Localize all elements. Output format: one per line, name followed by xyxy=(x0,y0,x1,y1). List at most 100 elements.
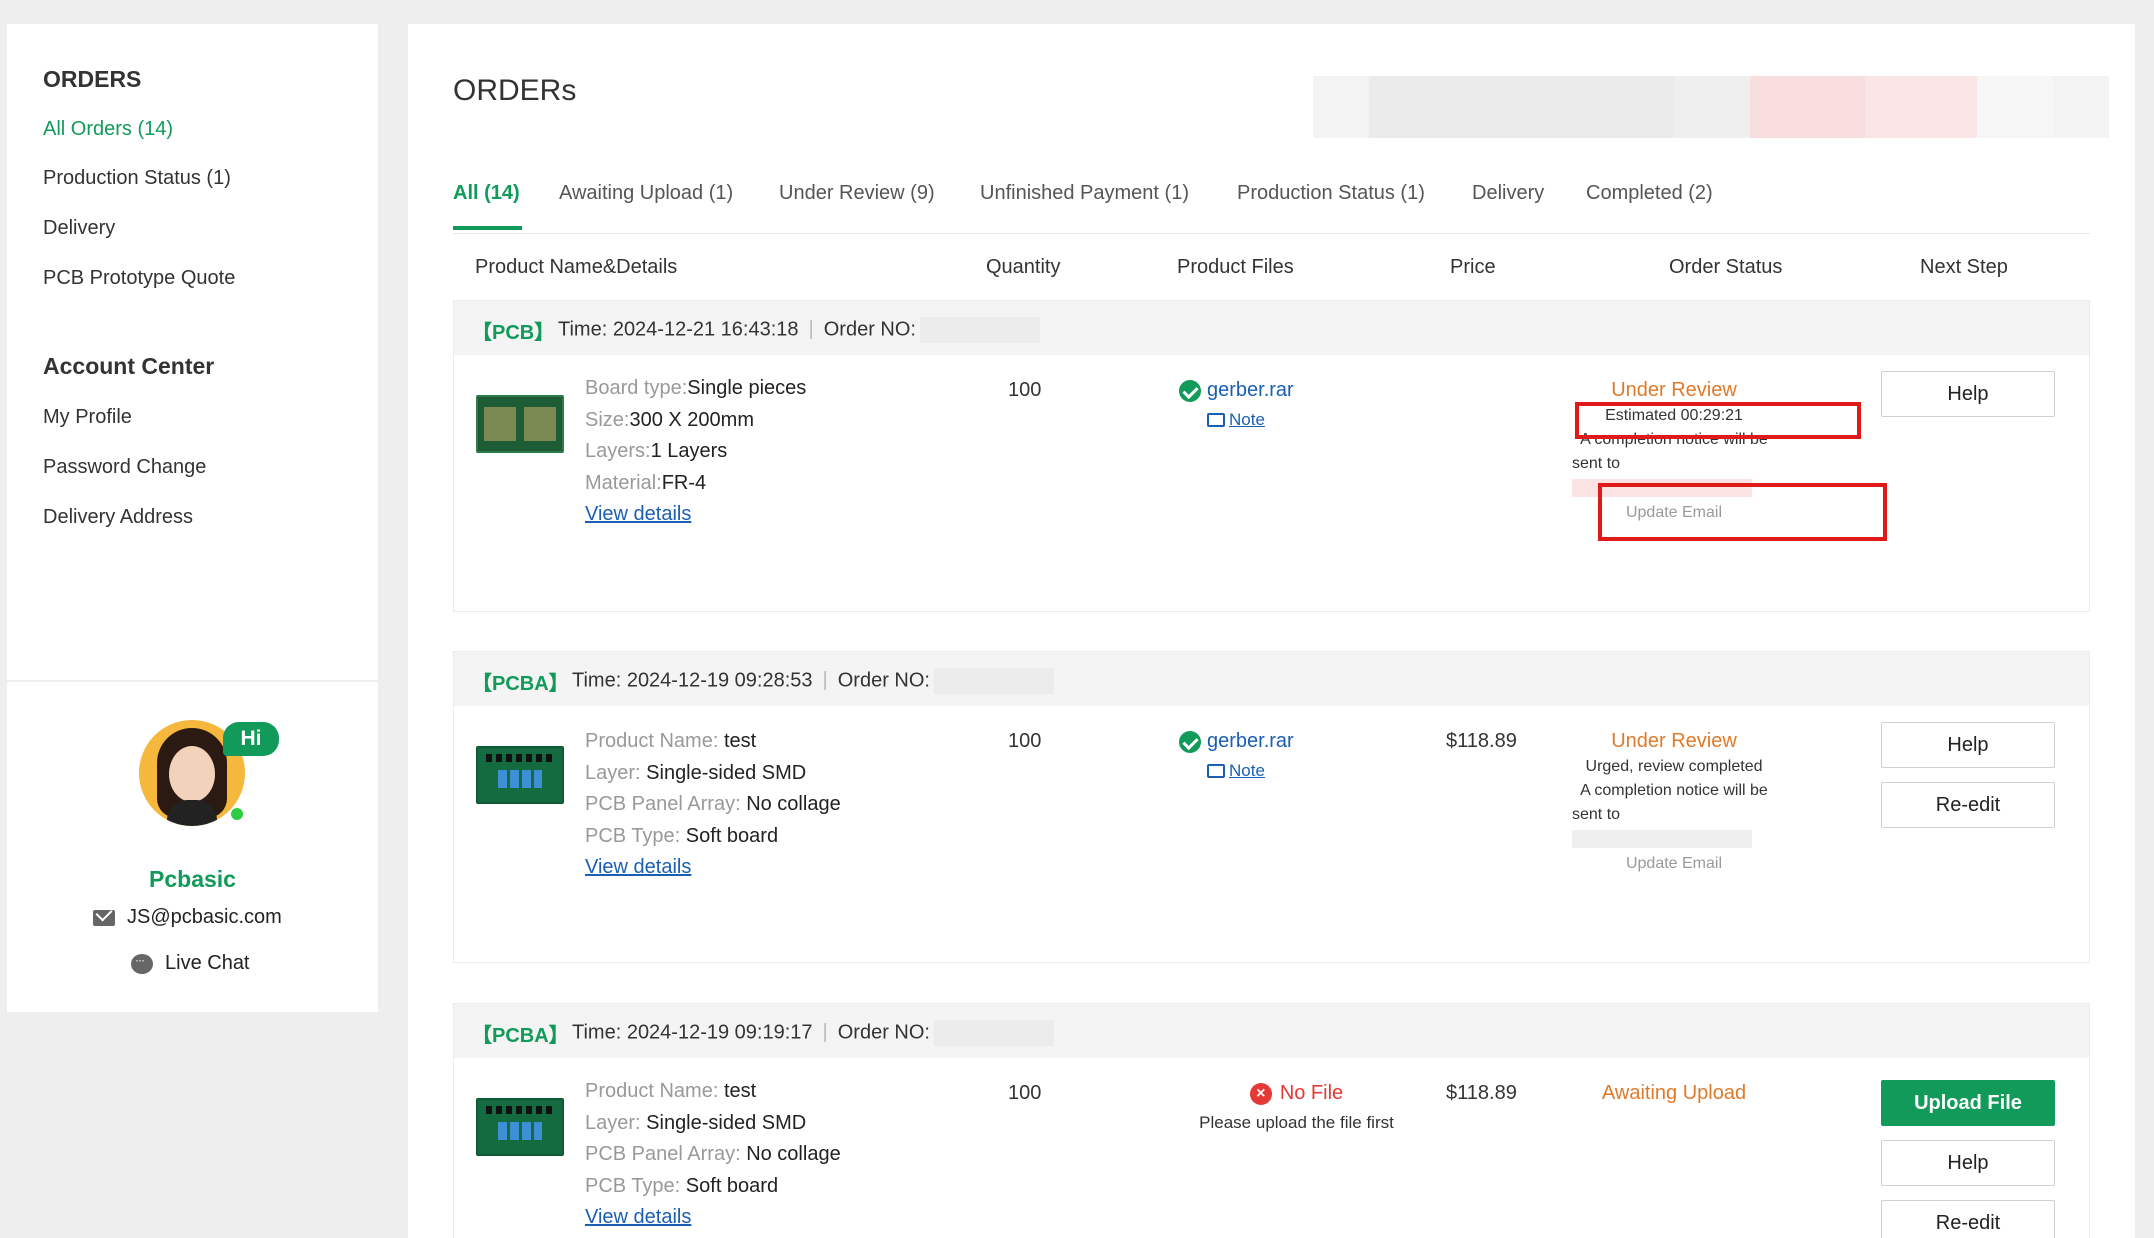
account-title: Account Center xyxy=(43,353,215,379)
status-sent-to: sent to xyxy=(1544,803,1804,851)
detail-label: PCB Panel Array: xyxy=(585,793,747,815)
sidebar-item-my-profile[interactable]: My Profile xyxy=(43,406,132,429)
email-redacted xyxy=(1572,829,1752,848)
order-status: Awaiting Upload xyxy=(1544,1082,1804,1105)
tab-production-status[interactable]: Production Status (1) xyxy=(1237,182,1425,205)
detail-value: Single-sided SMD xyxy=(646,1111,807,1134)
file-link[interactable]: gerber.rar xyxy=(1179,730,1414,753)
orders-panel: ORDERs All (14) Awaiting Upload (1) Unde… xyxy=(408,24,2135,1238)
tab-unfinished-payment[interactable]: Unfinished Payment (1) xyxy=(980,182,1189,205)
sidebar-item-all-orders[interactable]: All Orders (14) xyxy=(43,118,173,141)
file-link[interactable]: gerber.rar xyxy=(1179,379,1414,402)
active-tab-indicator xyxy=(453,226,522,230)
help-button[interactable]: Help xyxy=(1881,1140,2055,1186)
chat-icon xyxy=(131,953,153,974)
detail-label: PCB Type: xyxy=(585,824,686,847)
re-edit-button[interactable]: Re-edit xyxy=(1881,782,2055,828)
detail-value: Soft board xyxy=(685,1174,779,1197)
detail-label: Product Name: xyxy=(585,730,724,752)
live-chat-link[interactable]: Live Chat xyxy=(131,952,250,975)
file-name: gerber.rar xyxy=(1207,379,1294,401)
detail-label: PCB Panel Array: xyxy=(585,1143,747,1165)
support-email[interactable]: JS@pcbasic.com xyxy=(93,906,282,929)
detail-label: Layer: xyxy=(585,761,647,784)
sidebar-item-password-change[interactable]: Password Change xyxy=(43,456,206,479)
order-card: 【PCBA】 Time: 2024-12-19 09:19:17 | Order N… xyxy=(453,1003,2090,1238)
sidebar-divider xyxy=(7,680,378,682)
next-steps: Upload File Help Re-edit xyxy=(1881,1080,2055,1238)
note-link[interactable]: Note xyxy=(1207,761,1414,781)
tab-all[interactable]: All (14) xyxy=(453,182,520,205)
sidebar-item-production-status[interactable]: Production Status (1) xyxy=(43,167,231,190)
product-thumbnail xyxy=(476,746,564,804)
col-files: Product Files xyxy=(1177,256,1294,278)
view-details-link[interactable]: View details xyxy=(585,503,691,525)
order-status: Under Review Urged, review completed A c… xyxy=(1544,730,1804,873)
sidebar-item-pcb-quote[interactable]: PCB Prototype Quote xyxy=(43,267,235,290)
product-thumbnail xyxy=(476,1098,564,1156)
mail-icon xyxy=(93,909,115,926)
support-email-text: JS@pcbasic.com xyxy=(127,906,282,928)
annotation-box-estimate xyxy=(1575,402,1861,439)
sent-to-label: sent to xyxy=(1572,806,1621,823)
product-files: gerber.rar Note xyxy=(1179,379,1414,430)
product-files: × No File Please upload the file first xyxy=(1179,1082,1414,1133)
order-time: Time: 2024-12-21 16:43:18 xyxy=(558,318,799,341)
order-meta: Time: 2024-12-19 09:19:17 | Order NO: xyxy=(572,1020,1054,1046)
order-type-tag: 【PCB】 xyxy=(472,322,555,344)
order-no-label: Order NO: xyxy=(823,318,916,341)
upload-file-button[interactable]: Upload File xyxy=(1881,1080,2055,1126)
tab-awaiting-upload[interactable]: Awaiting Upload (1) xyxy=(559,182,733,205)
no-file-text: No File xyxy=(1279,1082,1344,1104)
update-email-link[interactable]: Update Email xyxy=(1544,855,1804,873)
sidebar: ORDERS All Orders (14) Production Status… xyxy=(7,24,378,1012)
tab-completed[interactable]: Completed (2) xyxy=(1586,182,1713,205)
help-button[interactable]: Help xyxy=(1881,722,2055,768)
detail-value: FR-4 xyxy=(661,471,707,494)
product-thumbnail xyxy=(476,395,564,453)
status-title: Awaiting Upload xyxy=(1601,1082,1747,1104)
tab-under-review[interactable]: Under Review (9) xyxy=(779,182,935,205)
col-next-step: Next Step xyxy=(1920,256,2008,278)
detail-label: Layers: xyxy=(585,440,651,462)
note-icon xyxy=(1207,413,1225,427)
detail-value: No collage xyxy=(746,1143,841,1165)
detail-value: Single-sided SMD xyxy=(646,761,807,784)
order-price: $118.89 xyxy=(1446,730,1517,752)
product-details: Board type:Single pieces Size:300 X 200m… xyxy=(585,373,806,531)
sidebar-item-delivery-address[interactable]: Delivery Address xyxy=(43,506,193,529)
status-urged: Urged, review completed xyxy=(1585,758,1763,775)
note-link[interactable]: Note xyxy=(1207,410,1414,430)
detail-label: Material: xyxy=(585,471,662,494)
order-no-redacted xyxy=(933,1020,1054,1046)
sidebar-item-delivery[interactable]: Delivery xyxy=(43,217,115,240)
account-section: Account Center xyxy=(43,353,214,380)
no-file-status: × No File xyxy=(1179,1082,1414,1105)
check-circle-icon xyxy=(1179,379,1201,402)
view-details-link[interactable]: View details xyxy=(585,1206,691,1228)
order-time: Time: 2024-12-19 09:19:17 xyxy=(572,1021,813,1044)
re-edit-button[interactable]: Re-edit xyxy=(1881,1200,2055,1238)
order-meta: Time: 2024-12-19 09:28:53 | Order NO: xyxy=(572,668,1054,694)
next-steps: Help Re-edit xyxy=(1881,722,2055,842)
next-steps: Help xyxy=(1881,371,2055,431)
detail-label: Size: xyxy=(585,408,630,431)
status-title: Under Review xyxy=(1611,730,1737,752)
order-type-tag: 【PCBA】 xyxy=(472,1025,569,1047)
help-button[interactable]: Help xyxy=(1881,371,2055,417)
file-name: gerber.rar xyxy=(1207,730,1294,752)
order-card: 【PCB】 Time: 2024-12-21 16:43:18 | Order NO… xyxy=(453,300,2090,612)
order-no-redacted xyxy=(919,317,1040,343)
order-card: 【PCBA】 Time: 2024-12-19 09:28:53 | Order N… xyxy=(453,651,2090,963)
table-header: Product Name&Details Quantity Product Fi… xyxy=(453,256,2090,300)
detail-value: test xyxy=(723,730,757,752)
support-avatar[interactable]: Hi xyxy=(139,720,279,840)
support-brand-name: Pcbasic xyxy=(149,866,236,892)
tab-delivery[interactable]: Delivery xyxy=(1472,182,1544,205)
note-text: Note xyxy=(1229,761,1265,780)
detail-value: 300 X 200mm xyxy=(629,408,754,431)
view-details-link[interactable]: View details xyxy=(585,856,691,878)
col-price: Price xyxy=(1450,256,1496,278)
detail-value: No collage xyxy=(746,793,841,815)
redacted-banner xyxy=(1313,76,2109,138)
